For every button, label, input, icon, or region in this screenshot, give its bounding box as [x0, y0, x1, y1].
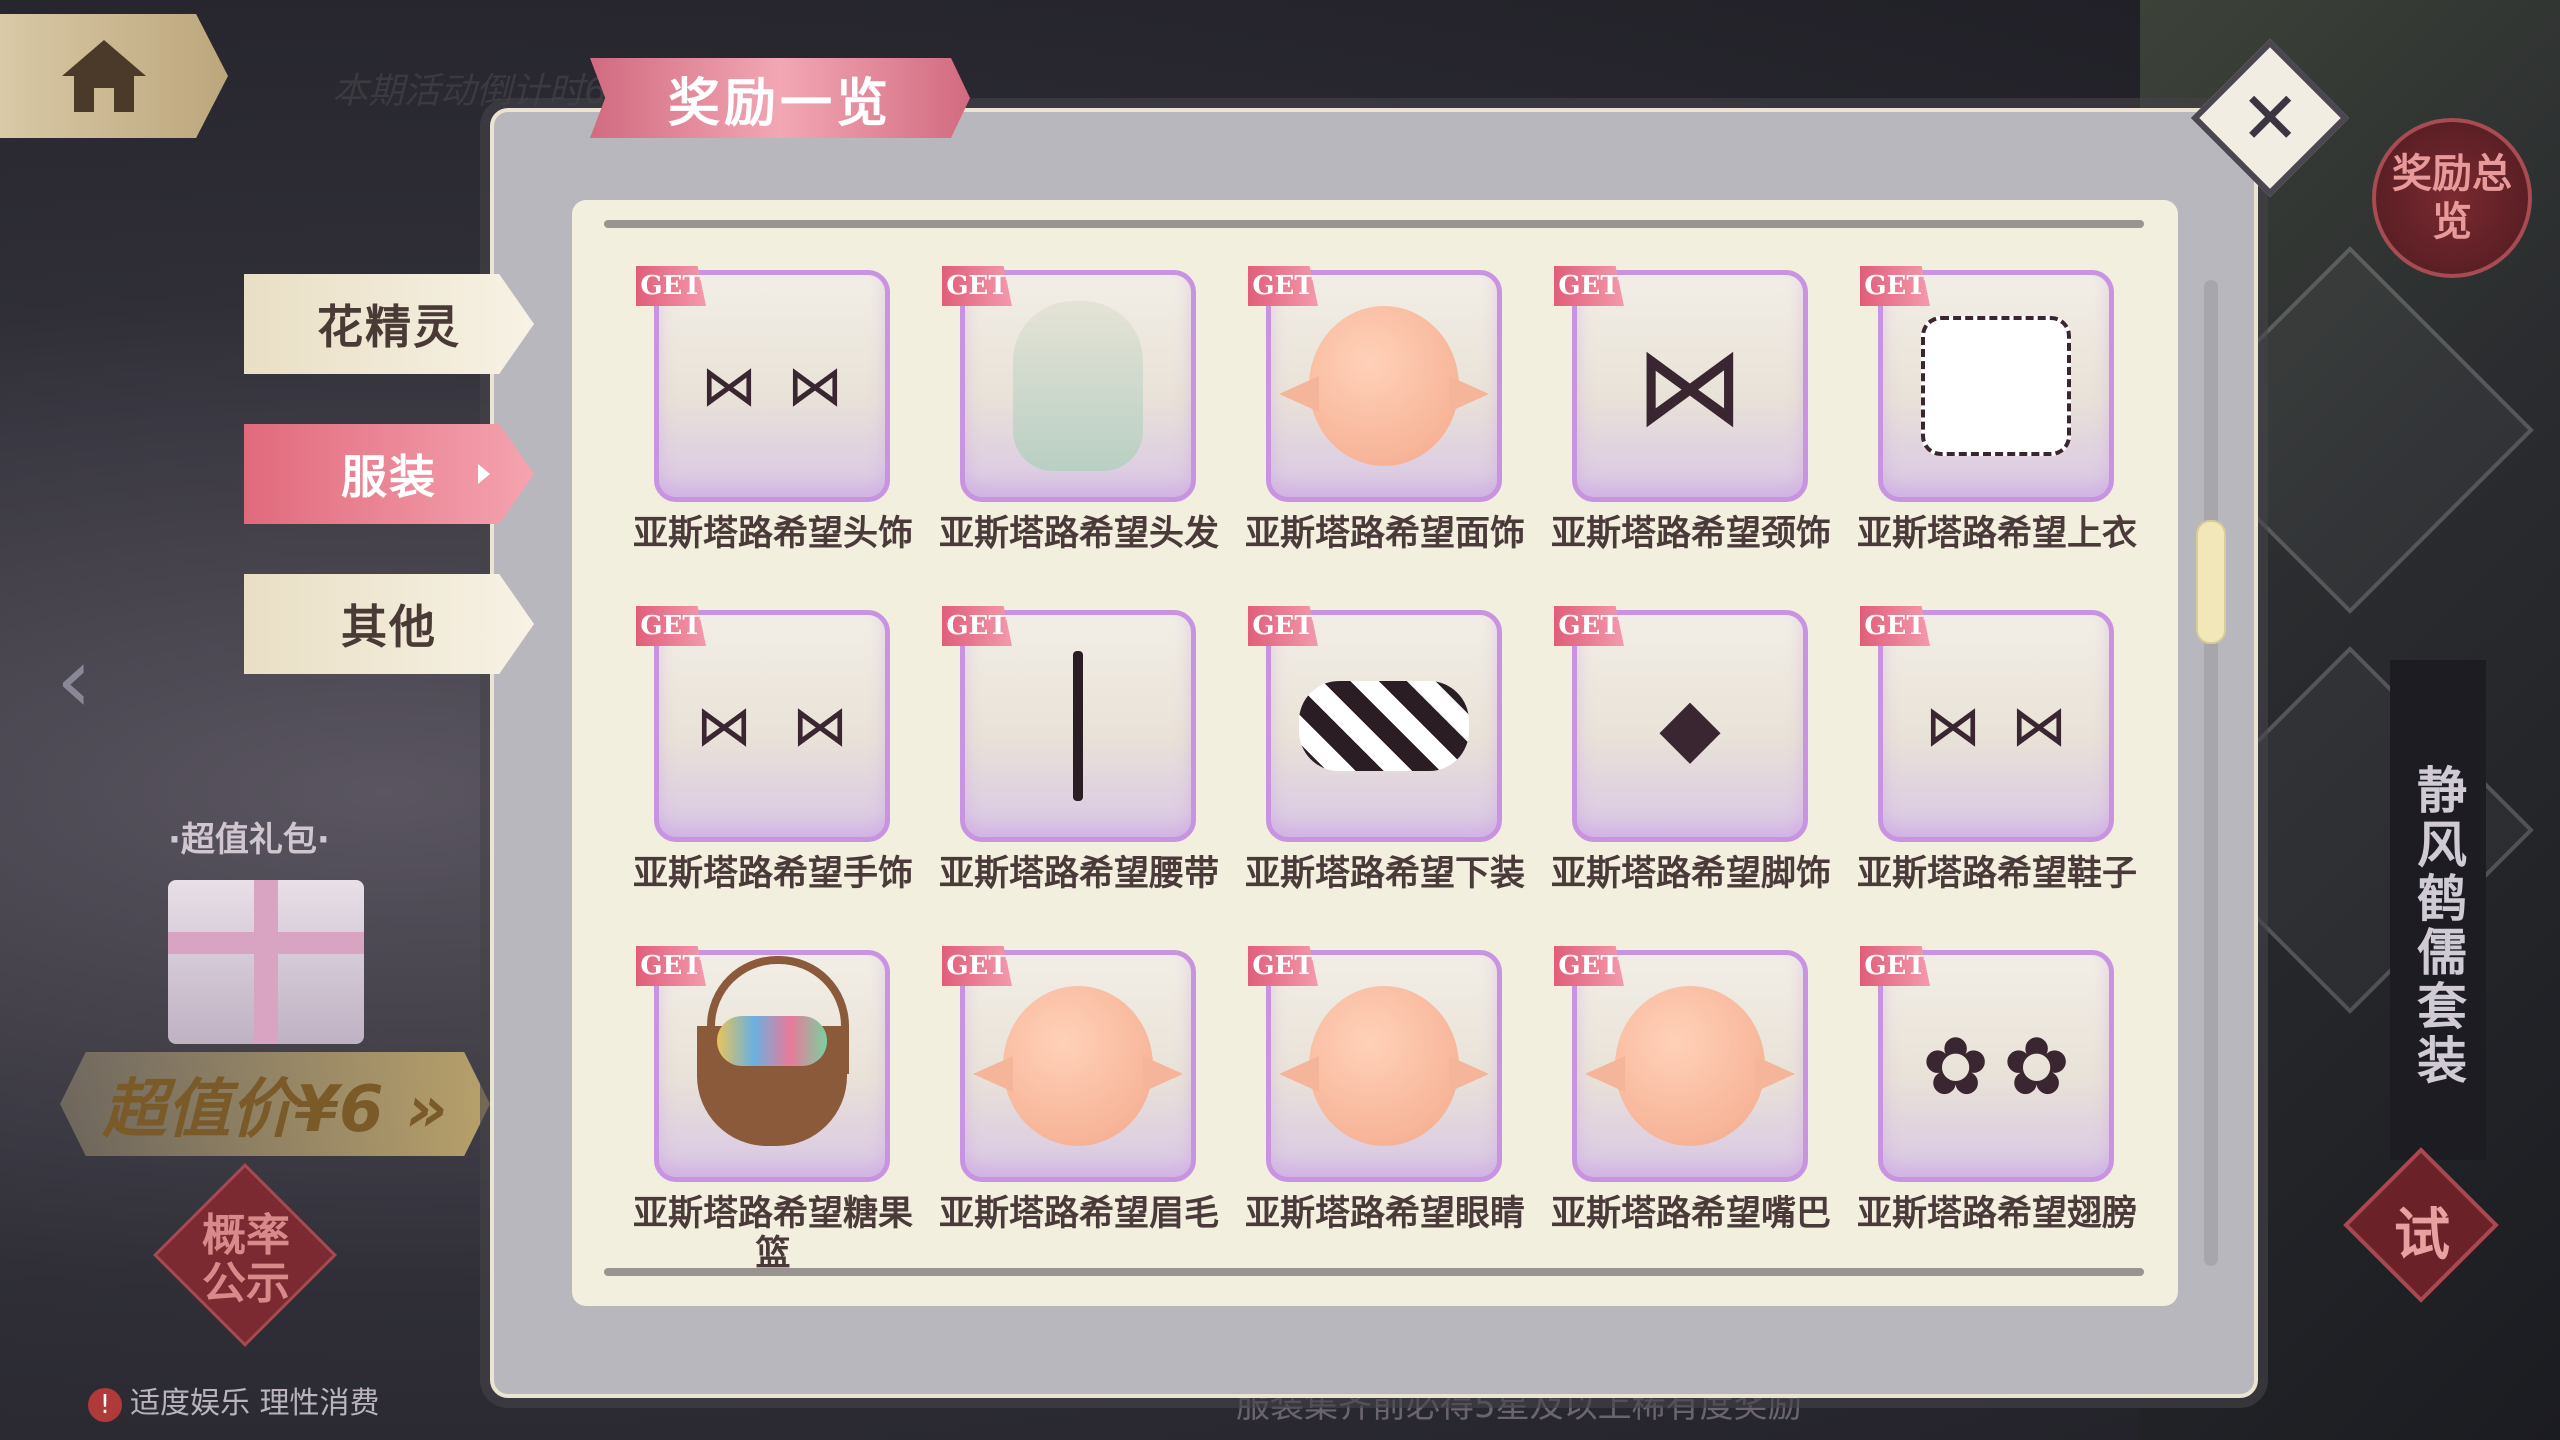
shoes-icon: ⋈ ⋈ — [1925, 693, 2067, 759]
modal-title: 奖励一览 — [590, 58, 970, 138]
suit-name-banner: 静风鹤儒套装 — [2390, 660, 2486, 1160]
reward-item[interactable]: ⋈ ⋈ GET 亚斯塔路希望鞋子 — [1857, 606, 2164, 946]
get-badge: GET — [1860, 266, 1930, 306]
close-icon: ✕ — [2239, 75, 2301, 160]
skirt-icon — [1294, 636, 1474, 816]
item-name: 亚斯塔路希望下装 — [1244, 854, 1525, 894]
eyebrows-icon — [973, 976, 1183, 1156]
probability-label: 概率公示 — [202, 1210, 290, 1309]
face-ornament-icon — [1279, 296, 1489, 476]
reward-panel: ⋈ ⋈ GET 亚斯塔路希望头饰 GET 亚斯塔路希望头发 GET 亚斯塔路希望面饰 ⋈ GET 亚… — [572, 200, 2178, 1306]
item-name: 亚斯塔路希望上衣 — [1856, 514, 2137, 554]
item-name: 亚斯塔路希望颈饰 — [1550, 514, 1831, 554]
warning-icon: ! — [88, 1387, 122, 1422]
reward-item[interactable]: GET 亚斯塔路希望嘴巴 — [1551, 946, 1858, 1286]
wings-icon: ✿ ✿ — [1921, 1019, 2071, 1113]
item-name: 亚斯塔路希望翅膀 — [1856, 1194, 2137, 1234]
reward-item[interactable]: GET 亚斯塔路希望眼睛 — [1245, 946, 1552, 1286]
get-badge: GET — [1248, 606, 1318, 646]
item-name: 亚斯塔路希望鞋子 — [1856, 854, 2137, 894]
divider — [604, 220, 2144, 228]
price-button[interactable]: 超值价¥6 » — [60, 1052, 490, 1156]
reward-grid: ⋈ ⋈ GET 亚斯塔路希望头饰 GET 亚斯塔路希望头发 GET 亚斯塔路希望面饰 ⋈ GET 亚… — [633, 266, 2164, 1286]
gift-box-icon[interactable] — [168, 880, 364, 1044]
try-on-label: 试 — [2394, 1203, 2450, 1268]
home-icon — [62, 40, 146, 112]
get-badge: GET — [636, 266, 706, 306]
reward-total-button[interactable]: 奖励总览 — [2372, 118, 2532, 278]
item-name: 亚斯塔路希望腰带 — [938, 854, 1219, 894]
reward-item[interactable]: ⋈ GET 亚斯塔路希望颈饰 — [1551, 266, 1858, 606]
scrollbar-thumb[interactable] — [2196, 520, 2226, 644]
reward-item[interactable]: GET 亚斯塔路希望眉毛 — [939, 946, 1246, 1286]
item-name: 亚斯塔路希望嘴巴 — [1550, 1194, 1831, 1234]
get-badge: GET — [942, 266, 1012, 306]
get-badge: GET — [1248, 946, 1318, 986]
reward-item[interactable]: GET 亚斯塔路希望头发 — [939, 266, 1246, 606]
chevron-right-icon — [478, 464, 490, 484]
get-badge: GET — [1860, 606, 1930, 646]
tab-other[interactable]: 其他 — [244, 574, 534, 674]
reward-item[interactable]: GET 亚斯塔路希望糖果篮 — [633, 946, 940, 1286]
item-name: 亚斯塔路希望脚饰 — [1550, 854, 1831, 894]
get-badge: GET — [1554, 946, 1624, 986]
reward-item[interactable]: ◆ GET 亚斯塔路希望脚饰 — [1551, 606, 1858, 946]
hand-bow-icon: ⋈ ⋈ — [696, 693, 848, 759]
mouth-icon — [1585, 976, 1795, 1156]
tab-clothing[interactable]: 服装 — [244, 424, 534, 524]
get-badge: GET — [942, 606, 1012, 646]
play-notice-text: 适度娱乐 理性消费 — [130, 1386, 380, 1421]
tab-label: 服装 — [341, 450, 437, 504]
get-badge: GET — [1248, 266, 1318, 306]
tab-flower-spirit[interactable]: 花精灵 — [244, 274, 534, 374]
item-name: 亚斯塔路希望头饰 — [632, 514, 913, 554]
reward-item[interactable]: GET 亚斯塔路希望腰带 — [939, 606, 1246, 946]
belt-icon — [988, 636, 1168, 816]
item-name: 亚斯塔路希望面饰 — [1244, 514, 1525, 554]
top-icon — [1906, 296, 2086, 476]
get-badge: GET — [636, 606, 706, 646]
get-badge: GET — [636, 946, 706, 986]
tab-label: 花精灵 — [317, 300, 461, 354]
tab-label: 其他 — [341, 600, 437, 654]
get-badge: GET — [1860, 946, 1930, 986]
reward-item[interactable]: GET 亚斯塔路希望面饰 — [1245, 266, 1552, 606]
item-name: 亚斯塔路希望头发 — [938, 514, 1219, 554]
foot-ornament-icon: ◆ — [1659, 679, 1721, 773]
hair-icon — [988, 296, 1168, 476]
reward-item[interactable]: GET 亚斯塔路希望下装 — [1245, 606, 1552, 946]
item-name: 亚斯塔路希望手饰 — [632, 854, 913, 894]
item-name: 亚斯塔路希望眼睛 — [1244, 1194, 1525, 1234]
get-badge: GET — [942, 946, 1012, 986]
item-name: 亚斯塔路希望糖果篮 — [632, 1194, 913, 1274]
gift-pack-label: ·超值礼包· — [168, 820, 330, 860]
reward-item[interactable]: GET 亚斯塔路希望上衣 — [1857, 266, 2164, 606]
reward-item[interactable]: ⋈ ⋈ GET 亚斯塔路希望头饰 — [633, 266, 940, 606]
get-badge: GET — [1554, 266, 1624, 306]
scrollbar-track[interactable] — [2204, 280, 2218, 1266]
eyes-icon — [1279, 976, 1489, 1156]
reward-item[interactable]: ⋈ ⋈ GET 亚斯塔路希望手饰 — [633, 606, 940, 946]
item-name: 亚斯塔路希望眉毛 — [938, 1194, 1219, 1234]
event-countdown: 本期活动倒计时6 — [332, 71, 607, 112]
reward-item[interactable]: ✿ ✿ GET 亚斯塔路希望翅膀 — [1857, 946, 2164, 1286]
neck-ribbon-icon: ⋈ — [1635, 322, 1745, 450]
ear-bow-icon: ⋈ ⋈ — [701, 353, 843, 419]
play-notice: ! 适度娱乐 理性消费 — [88, 1378, 380, 1422]
candy-basket-icon — [682, 956, 862, 1156]
home-button[interactable] — [0, 14, 228, 138]
arrow-left-icon[interactable]: ‹ — [56, 628, 92, 733]
get-badge: GET — [1554, 606, 1624, 646]
